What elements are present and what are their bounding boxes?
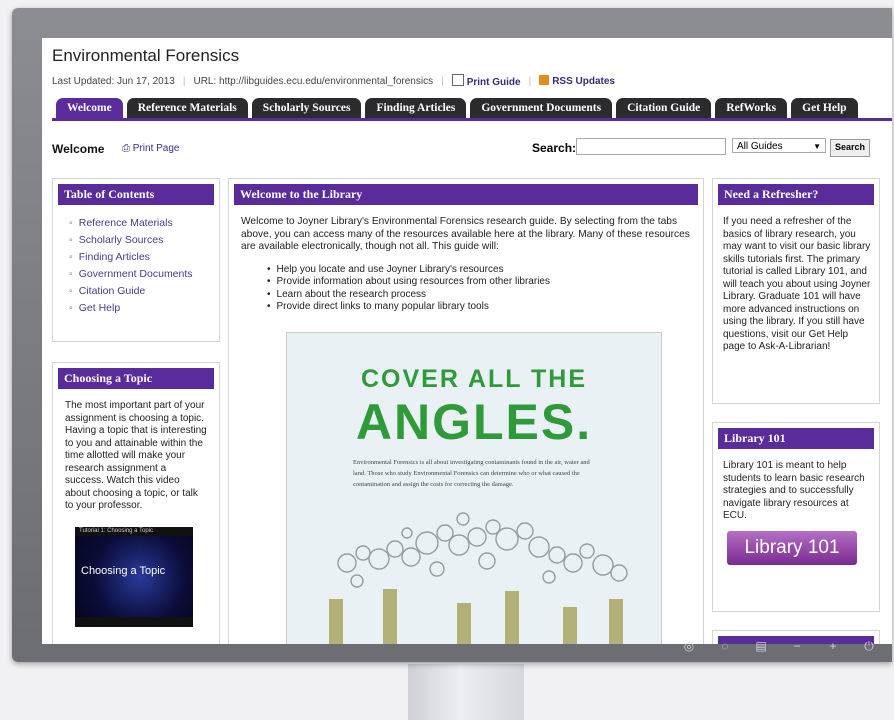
library101-button[interactable]: Library 101	[727, 531, 857, 565]
refresher-title: Need a Refresher?	[718, 184, 874, 205]
toc-list: Reference Materials Scholarly Sources Fi…	[69, 217, 219, 314]
poster-description: Environmental Forensics is all about inv…	[353, 459, 590, 488]
monitor-frame: Environmental Forensics Last Updated: Ju…	[12, 8, 892, 662]
chevron-down-icon: ▼	[813, 142, 821, 151]
choosing-topic-box: Choosing a Topic The most important part…	[52, 362, 220, 644]
tab-refworks[interactable]: RefWorks	[715, 98, 788, 118]
print-page-link[interactable]: ⎙ Print Page	[122, 143, 179, 154]
toc-item-reference-materials[interactable]: Reference Materials	[69, 217, 219, 229]
library101-box: Library 101 Library 101 is meant to help…	[712, 422, 880, 612]
guide-url: URL: http://libguides.ecu.edu/environmen…	[193, 75, 434, 87]
toc-item-citation-guide[interactable]: Citation Guide	[69, 285, 219, 297]
monitor-stand	[408, 664, 524, 720]
library101-title: Library 101	[718, 428, 874, 449]
plus-icon[interactable]: +	[826, 639, 840, 654]
tab-scholarly-sources[interactable]: Scholarly Sources	[251, 98, 362, 118]
tab-get-help[interactable]: Get Help	[791, 98, 858, 118]
guide-scope-select[interactable]: All Guides ▼	[732, 138, 826, 153]
toc-item-scholarly-sources[interactable]: Scholarly Sources	[69, 234, 219, 246]
guide-goals-list: Help you locate and use Joyner Library's…	[267, 264, 703, 314]
page-title: Environmental Forensics	[52, 46, 240, 65]
refresher-text: If you need a refresher of the basics of…	[723, 216, 871, 352]
last-updated: Last Updated: Jun 17, 2013	[52, 75, 175, 87]
list-item: Provide direct links to many popular lib…	[267, 301, 703, 314]
promo-poster: COVER ALL THE ANGLES. Environmental Fore…	[286, 332, 662, 644]
poster-headline-1: COVER ALL THE	[360, 365, 587, 393]
refresher-box: Need a Refresher? If you need a refreshe…	[712, 178, 880, 404]
welcome-title: Welcome to the Library	[234, 184, 698, 205]
list-item: Learn about the research process	[267, 289, 703, 302]
rss-updates-link[interactable]: RSS Updates	[539, 75, 615, 87]
printer-icon	[451, 74, 464, 86]
topic-text: The most important part of your assignme…	[65, 400, 207, 511]
toc-item-finding-articles[interactable]: Finding Articles	[69, 251, 219, 263]
printer-icon: ⎙	[122, 143, 133, 154]
tab-underline	[52, 118, 892, 121]
guide-tabs: Welcome Reference Materials Scholarly So…	[56, 98, 890, 118]
section-title: Welcome	[52, 142, 105, 156]
smokestacks-illustration	[329, 512, 628, 644]
minus-icon[interactable]: −	[790, 639, 804, 654]
tab-citation-guide[interactable]: Citation Guide	[616, 98, 712, 118]
search-label: Search:	[532, 141, 577, 155]
tab-reference-materials[interactable]: Reference Materials	[126, 98, 248, 118]
print-guide-link[interactable]: Print Guide	[451, 74, 521, 88]
search-input[interactable]	[576, 138, 726, 155]
library101-text: Library 101 is meant to help students to…	[723, 460, 865, 521]
divider: |	[528, 75, 532, 87]
power-icon[interactable]: ⏻	[862, 639, 876, 654]
browser-screen: Environmental Forensics Last Updated: Ju…	[42, 38, 892, 644]
poster-headline-2: ANGLES.	[355, 394, 593, 450]
welcome-intro: Welcome to Joyner Library's Environmenta…	[241, 216, 690, 252]
tab-welcome[interactable]: Welcome	[56, 98, 123, 118]
rss-icon	[539, 75, 550, 85]
topic-title: Choosing a Topic	[58, 368, 214, 389]
input-icon[interactable]: ◎	[682, 639, 696, 654]
monitor-controls: ◎ ◌ ▤ − + ⏻	[682, 639, 876, 654]
divider: |	[441, 75, 444, 87]
menu-icon[interactable]: ▤	[754, 639, 768, 654]
auto-icon[interactable]: ◌	[718, 639, 732, 654]
list-item: Help you locate and use Joyner Library's…	[267, 264, 703, 277]
tab-government-documents[interactable]: Government Documents	[470, 98, 613, 118]
guide-meta: Last Updated: Jun 17, 2013 | URL: http:/…	[52, 74, 615, 88]
search-button[interactable]: Search	[830, 139, 870, 157]
video-controls[interactable]	[75, 617, 193, 627]
video-caption: Choosing a Topic	[81, 565, 166, 577]
list-item: Provide information about using resource…	[267, 276, 703, 289]
video-title: Tutorial 1: Choosing a Topic	[75, 527, 193, 536]
toc-title: Table of Contents	[58, 184, 214, 205]
divider: |	[182, 75, 186, 87]
topic-video[interactable]: Tutorial 1: Choosing a Topic Choosing a …	[75, 527, 193, 627]
toc-item-government-documents[interactable]: Government Documents	[69, 268, 219, 280]
toc-box: Table of Contents Reference Materials Sc…	[52, 178, 220, 342]
tab-finding-articles[interactable]: Finding Articles	[365, 98, 467, 118]
toc-item-get-help[interactable]: Get Help	[69, 302, 219, 314]
